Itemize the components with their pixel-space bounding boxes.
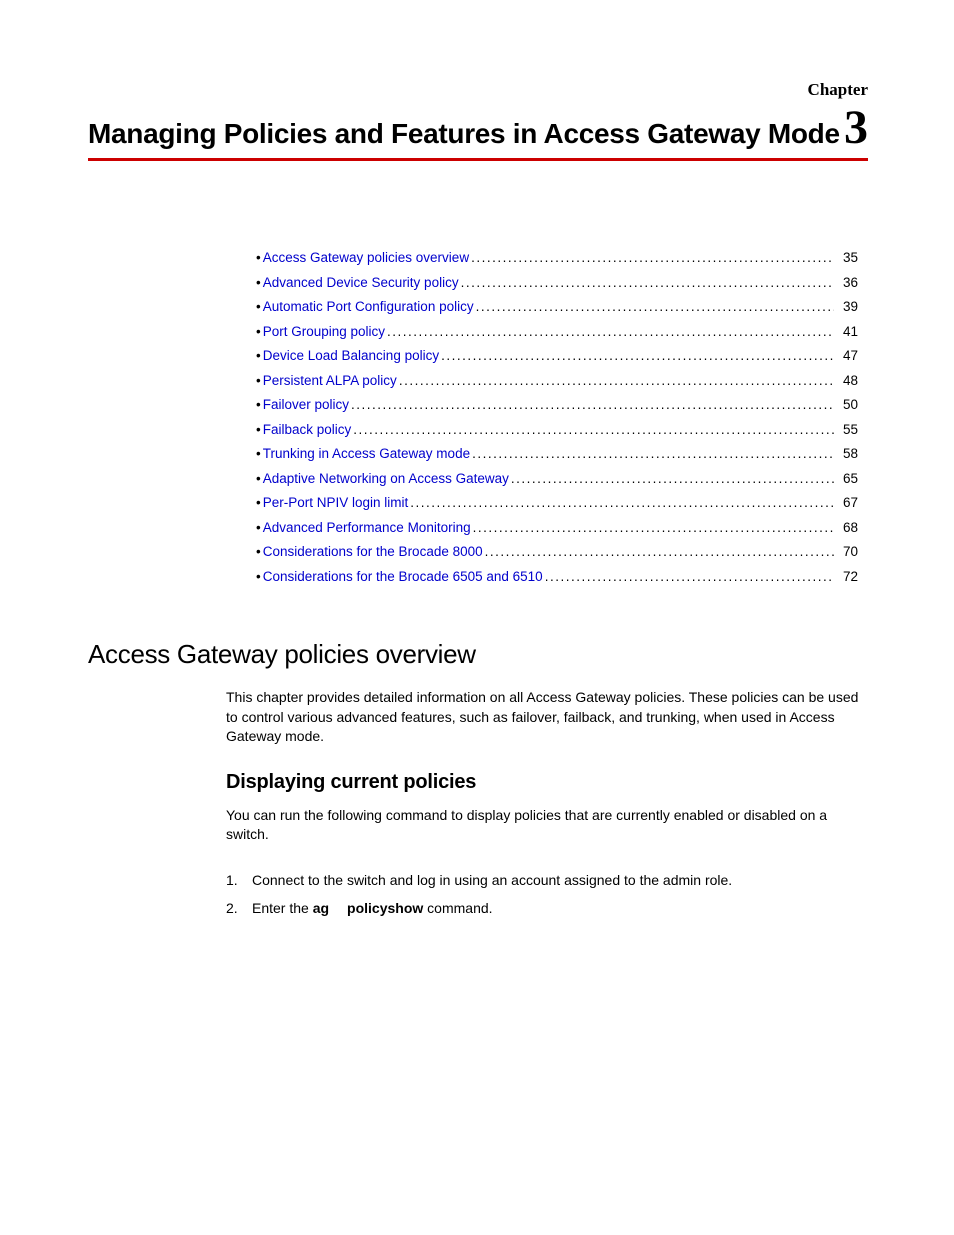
toc-link[interactable]: Failback policy: [263, 423, 352, 437]
title-row: Managing Policies and Features in Access…: [88, 104, 868, 152]
toc-link[interactable]: Access Gateway policies overview: [263, 251, 469, 265]
bullet-icon: •: [256, 251, 261, 265]
section-heading: Access Gateway policies overview: [88, 639, 868, 670]
toc-item: • Advanced Device Security policy 36: [256, 276, 858, 290]
command-text: policyshow: [347, 900, 423, 916]
bullet-icon: •: [256, 447, 261, 461]
toc-link[interactable]: Trunking in Access Gateway mode: [263, 447, 470, 461]
toc-page: 36: [836, 276, 858, 290]
bullet-icon: •: [256, 496, 261, 510]
toc-item: • Port Grouping policy 41: [256, 325, 858, 339]
toc-item: • Automatic Port Configuration policy 39: [256, 300, 858, 314]
toc-item: • Access Gateway policies overview 35: [256, 251, 858, 265]
toc-leader: [472, 447, 834, 461]
toc-link[interactable]: Per-Port NPIV login limit: [263, 496, 409, 510]
toc-page: 70: [836, 545, 858, 559]
step-text: Enter the agpolicyshow command.: [252, 897, 493, 919]
bullet-icon: •: [256, 276, 261, 290]
toc-page: 58: [836, 447, 858, 461]
section-intro: This chapter provides detailed informati…: [226, 688, 868, 747]
toc-page: 55: [836, 423, 858, 437]
toc-leader: [511, 472, 834, 486]
toc-link[interactable]: Device Load Balancing policy: [263, 349, 439, 363]
bullet-icon: •: [256, 521, 261, 535]
chapter-title: Managing Policies and Features in Access…: [88, 118, 840, 150]
ordered-steps: 1. Connect to the switch and log in usin…: [226, 869, 868, 920]
toc-leader: [545, 570, 834, 584]
bullet-icon: •: [256, 398, 261, 412]
toc-page: 72: [836, 570, 858, 584]
toc: • Access Gateway policies overview 35 • …: [256, 251, 858, 583]
toc-link[interactable]: Failover policy: [263, 398, 349, 412]
bullet-icon: •: [256, 349, 261, 363]
toc-leader: [476, 300, 834, 314]
bullet-icon: •: [256, 300, 261, 314]
command-text: ag: [313, 900, 329, 916]
toc-page: 48: [836, 374, 858, 388]
toc-link[interactable]: Port Grouping policy: [263, 325, 385, 339]
toc-leader: [351, 398, 834, 412]
toc-leader: [461, 276, 834, 290]
toc-page: 39: [836, 300, 858, 314]
toc-leader: [387, 325, 834, 339]
section-subheading: Displaying current policies: [226, 771, 868, 794]
toc-leader: [471, 251, 834, 265]
toc-page: 50: [836, 398, 858, 412]
toc-item: • Persistent ALPA policy 48: [256, 374, 858, 388]
toc-link[interactable]: Considerations for the Brocade 8000: [263, 545, 483, 559]
section-sub-intro: You can run the following command to dis…: [226, 806, 868, 845]
bullet-icon: •: [256, 374, 261, 388]
toc-link[interactable]: Persistent ALPA policy: [263, 374, 397, 388]
chapter-label: Chapter: [88, 80, 868, 100]
toc-item: • Device Load Balancing policy 47: [256, 349, 858, 363]
step-item: 2. Enter the agpolicyshow command.: [226, 897, 868, 919]
chapter-number: 3: [844, 104, 868, 152]
toc-leader: [399, 374, 834, 388]
bullet-icon: •: [256, 325, 261, 339]
step-number: 1.: [226, 869, 252, 891]
toc-item: • Adaptive Networking on Access Gateway …: [256, 472, 858, 486]
toc-link[interactable]: Considerations for the Brocade 6505 and …: [263, 570, 543, 584]
toc-link[interactable]: Advanced Performance Monitoring: [263, 521, 471, 535]
bullet-icon: •: [256, 423, 261, 437]
toc-leader: [473, 521, 834, 535]
toc-page: 35: [836, 251, 858, 265]
step-item: 1. Connect to the switch and log in usin…: [226, 869, 868, 891]
bullet-icon: •: [256, 545, 261, 559]
toc-page: 67: [836, 496, 858, 510]
bullet-icon: •: [256, 472, 261, 486]
toc-leader: [485, 545, 834, 559]
step-number: 2.: [226, 897, 252, 919]
toc-link[interactable]: Adaptive Networking on Access Gateway: [263, 472, 509, 486]
toc-link[interactable]: Automatic Port Configuration policy: [263, 300, 474, 314]
toc-leader: [353, 423, 834, 437]
toc-item: • Trunking in Access Gateway mode 58: [256, 447, 858, 461]
toc-item: • Considerations for the Brocade 6505 an…: [256, 570, 858, 584]
toc-item: • Failover policy 50: [256, 398, 858, 412]
toc-link[interactable]: Advanced Device Security policy: [263, 276, 459, 290]
step-text: Connect to the switch and log in using a…: [252, 869, 732, 891]
bullet-icon: •: [256, 570, 261, 584]
toc-item: • Failback policy 55: [256, 423, 858, 437]
toc-leader: [410, 496, 834, 510]
toc-page: 65: [836, 472, 858, 486]
toc-page: 41: [836, 325, 858, 339]
toc-leader: [441, 349, 834, 363]
toc-page: 68: [836, 521, 858, 535]
toc-item: • Per-Port NPIV login limit 67: [256, 496, 858, 510]
toc-item: • Advanced Performance Monitoring 68: [256, 521, 858, 535]
toc-item: • Considerations for the Brocade 8000 70: [256, 545, 858, 559]
toc-page: 47: [836, 349, 858, 363]
chapter-rule: [88, 158, 868, 161]
